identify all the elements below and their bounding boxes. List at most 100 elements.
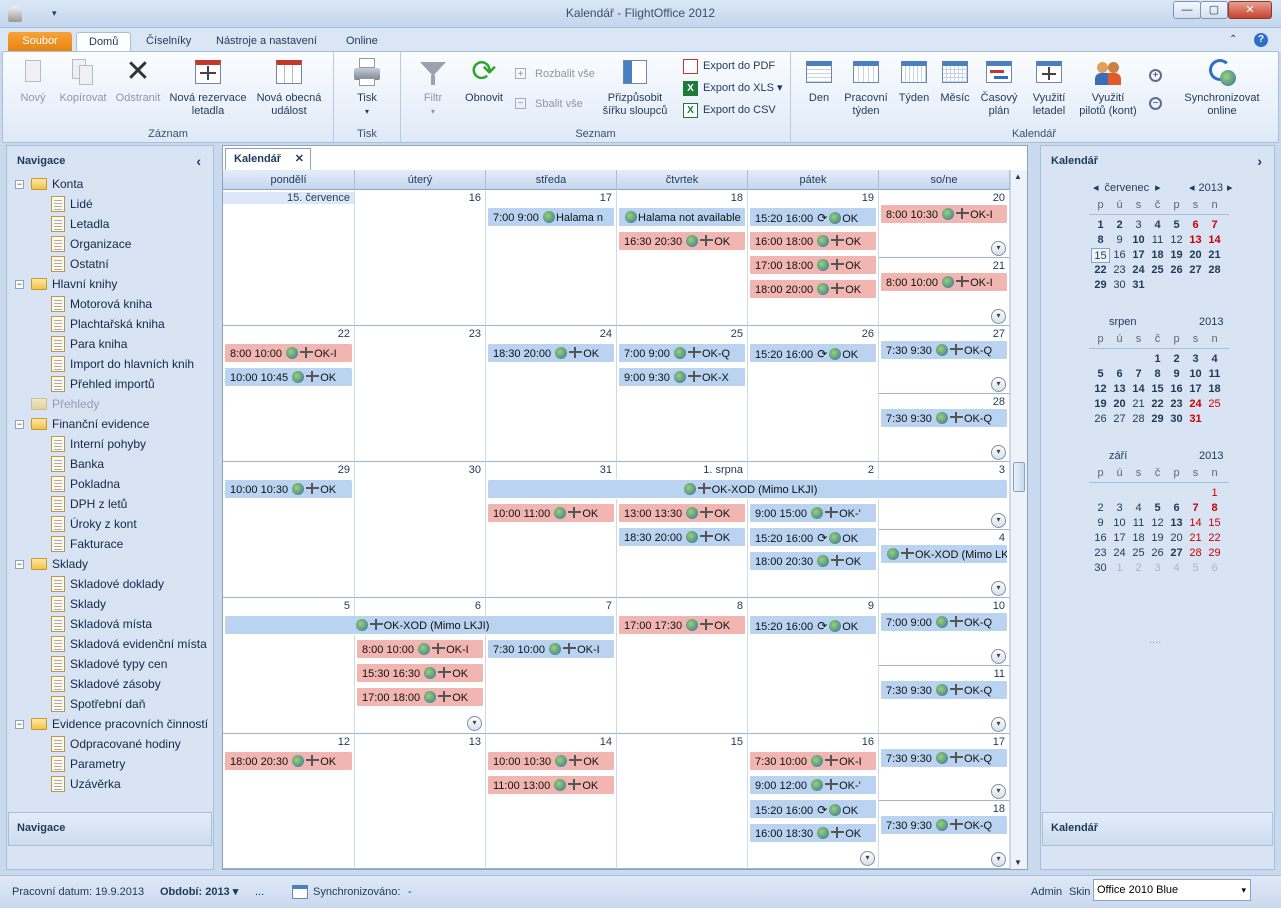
mini-day[interactable]: 7 <box>1129 367 1148 382</box>
mini-day[interactable]: 11 <box>1148 233 1167 248</box>
mini-day[interactable]: 16 <box>1091 531 1110 546</box>
mini-day[interactable]: 2 <box>1110 218 1129 233</box>
mini-day[interactable]: 5 <box>1186 561 1205 576</box>
day-cell[interactable]: 15 <box>617 734 748 869</box>
mini-day[interactable]: 30 <box>1091 561 1110 576</box>
calendar-event[interactable]: 9:00 12:00 OK-' <box>749 775 877 795</box>
mini-day[interactable]: 3 <box>1129 218 1148 233</box>
day-cell[interactable]: 20 ▾ <box>879 190 1010 258</box>
more-events-icon[interactable]: ▾ <box>991 241 1006 256</box>
mini-day[interactable]: 14 <box>1129 382 1148 397</box>
mini-day[interactable]: 1 <box>1148 352 1167 367</box>
mini-day[interactable]: 4 <box>1205 352 1224 367</box>
nav-item-27[interactable]: − Evidence pracovních činností <box>15 714 210 734</box>
next-month-icon[interactable]: ▸ <box>1155 182 1161 194</box>
nav-item-3[interactable]: Organizace <box>15 234 210 254</box>
tab-nastroje[interactable]: Nástroje a nastavení <box>204 32 329 52</box>
den-view-button[interactable]: Den <box>801 56 837 105</box>
sbalit-button[interactable]: − Sbalit vše <box>515 94 583 114</box>
day-cell[interactable]: 18 ▾ <box>879 801 1010 869</box>
mini-day[interactable]: 28 <box>1205 263 1224 278</box>
day-cell[interactable]: 27 ▾ <box>879 326 1010 394</box>
mini-day[interactable]: 30 <box>1167 412 1186 427</box>
help-icon[interactable]: ? <box>1254 33 1268 47</box>
export-csv-button[interactable]: X Export do CSV <box>683 100 776 120</box>
tab-ciselniky[interactable]: Číselníky <box>134 32 203 52</box>
calendar-event[interactable]: 16:00 18:00 OK <box>749 231 877 251</box>
mini-day[interactable]: 31 <box>1129 278 1148 293</box>
collapse-ribbon-icon[interactable]: ⌃ <box>1229 34 1237 45</box>
calendar-event[interactable]: 7:30 9:30 OK-Q <box>880 340 1008 360</box>
nav-item-26[interactable]: Spotřební daň <box>15 694 210 714</box>
calendar-event[interactable]: 8:00 10:00 OK-I <box>356 639 484 659</box>
mini-day[interactable]: 17 <box>1110 531 1129 546</box>
scroll-thumb[interactable] <box>1013 462 1025 492</box>
mini-day[interactable]: 4 <box>1148 218 1167 233</box>
collapse-nav-icon[interactable]: ‹ <box>196 146 201 176</box>
skin-select[interactable]: Office 2010 Blue ▾ <box>1093 879 1251 901</box>
mini-day[interactable]: 19 <box>1148 531 1167 546</box>
rozbalit-button[interactable]: + Rozbalit vše <box>515 64 595 84</box>
day-cell[interactable]: 28 ▾ <box>879 394 1010 462</box>
calendar-event[interactable]: OK-XOD (Mimo LKJI) <box>224 615 615 635</box>
mini-day[interactable]: 13 <box>1167 516 1186 531</box>
nav-item-2[interactable]: Letadla <box>15 214 210 234</box>
collapse-node-icon[interactable]: − <box>15 420 24 429</box>
day-cell[interactable]: 4 ▾ <box>879 530 1010 598</box>
mini-day[interactable]: 6 <box>1167 501 1186 516</box>
mini-day[interactable]: 6 <box>1205 561 1224 576</box>
mini-day[interactable]: 5 <box>1148 501 1167 516</box>
mini-day[interactable]: 12 <box>1091 382 1110 397</box>
nav-item-13[interactable]: Interní pohyby <box>15 434 210 454</box>
calendar-event[interactable]: Halama not available <box>618 207 746 227</box>
nav-item-0[interactable]: − Konta <box>15 174 210 194</box>
prev-month-icon[interactable]: ◂ <box>1093 182 1099 194</box>
mini-day[interactable]: 11 <box>1205 367 1224 382</box>
mini-day[interactable]: 9 <box>1091 516 1110 531</box>
mini-day[interactable]: 6 <box>1110 367 1129 382</box>
obnovit-button[interactable]: ⟳ Obnovit <box>461 56 507 105</box>
mini-day[interactable]: 18 <box>1129 531 1148 546</box>
calendar-event[interactable]: 10:00 10:45 OK <box>224 367 353 387</box>
mini-day[interactable]: 16 <box>1110 248 1129 263</box>
calendar-event[interactable]: 18:30 20:00 OK <box>487 343 615 363</box>
mini-day[interactable]: 10 <box>1129 233 1148 248</box>
mini-day[interactable]: 23 <box>1167 397 1186 412</box>
calendar-event[interactable]: 8:00 10:00 OK-I <box>880 272 1008 292</box>
vyuziti-pilotu-button[interactable]: Využití pilotů (kont) <box>1075 56 1141 118</box>
day-cell[interactable]: 30 <box>355 462 486 598</box>
nav-item-11[interactable]: Přehledy <box>15 394 210 414</box>
calendar-event[interactable]: 7:30 9:30 OK-Q <box>880 680 1008 700</box>
nav-item-23[interactable]: Skladová evidenční místa <box>15 634 210 654</box>
mini-day[interactable]: 19 <box>1091 397 1110 412</box>
mini-day[interactable]: 23 <box>1110 263 1129 278</box>
mini-day[interactable]: 1 <box>1205 486 1224 501</box>
calendar-event[interactable]: 15:20 16:00 ⟳ OK <box>749 527 877 547</box>
filtr-button[interactable]: Filtr ▾ <box>413 56 453 118</box>
calendar-event[interactable]: 18:00 20:30 OK <box>749 551 877 571</box>
mini-day[interactable]: 18 <box>1205 382 1224 397</box>
calendar-event[interactable]: 17:00 18:00 OK <box>356 687 484 707</box>
mini-day[interactable]: 6 <box>1186 218 1205 233</box>
maximize-button[interactable]: ▢ <box>1200 1 1228 19</box>
more-events-icon[interactable]: ▾ <box>467 716 482 731</box>
mini-day[interactable]: 3 <box>1148 561 1167 576</box>
day-cell[interactable]: 10 ▾ <box>879 598 1010 666</box>
collapse-node-icon[interactable]: − <box>15 180 24 189</box>
nav-item-28[interactable]: Odpracované hodiny <box>15 734 210 754</box>
day-cell[interactable]: 16 <box>355 190 486 326</box>
nav-item-16[interactable]: DPH z letů <box>15 494 210 514</box>
mini-day[interactable]: 31 <box>1186 412 1205 427</box>
period-selector[interactable]: Období: 2013 ▾ <box>160 882 238 902</box>
mini-day[interactable]: 2 <box>1129 561 1148 576</box>
mini-day[interactable]: 3 <box>1110 501 1129 516</box>
calendar-event[interactable]: 9:00 15:00 OK-' <box>749 503 877 523</box>
mini-day[interactable]: 17 <box>1186 382 1205 397</box>
collapse-node-icon[interactable]: − <box>15 280 24 289</box>
mini-day[interactable]: 15 <box>1091 248 1110 263</box>
nav-item-22[interactable]: Skladová místa <box>15 614 210 634</box>
mini-day[interactable]: 1 <box>1091 218 1110 233</box>
calendar-event[interactable]: 7:30 9:30 OK-Q <box>880 748 1008 768</box>
minimize-button[interactable]: — <box>1173 1 1201 19</box>
close-tab-icon[interactable]: ✕ <box>295 149 304 169</box>
